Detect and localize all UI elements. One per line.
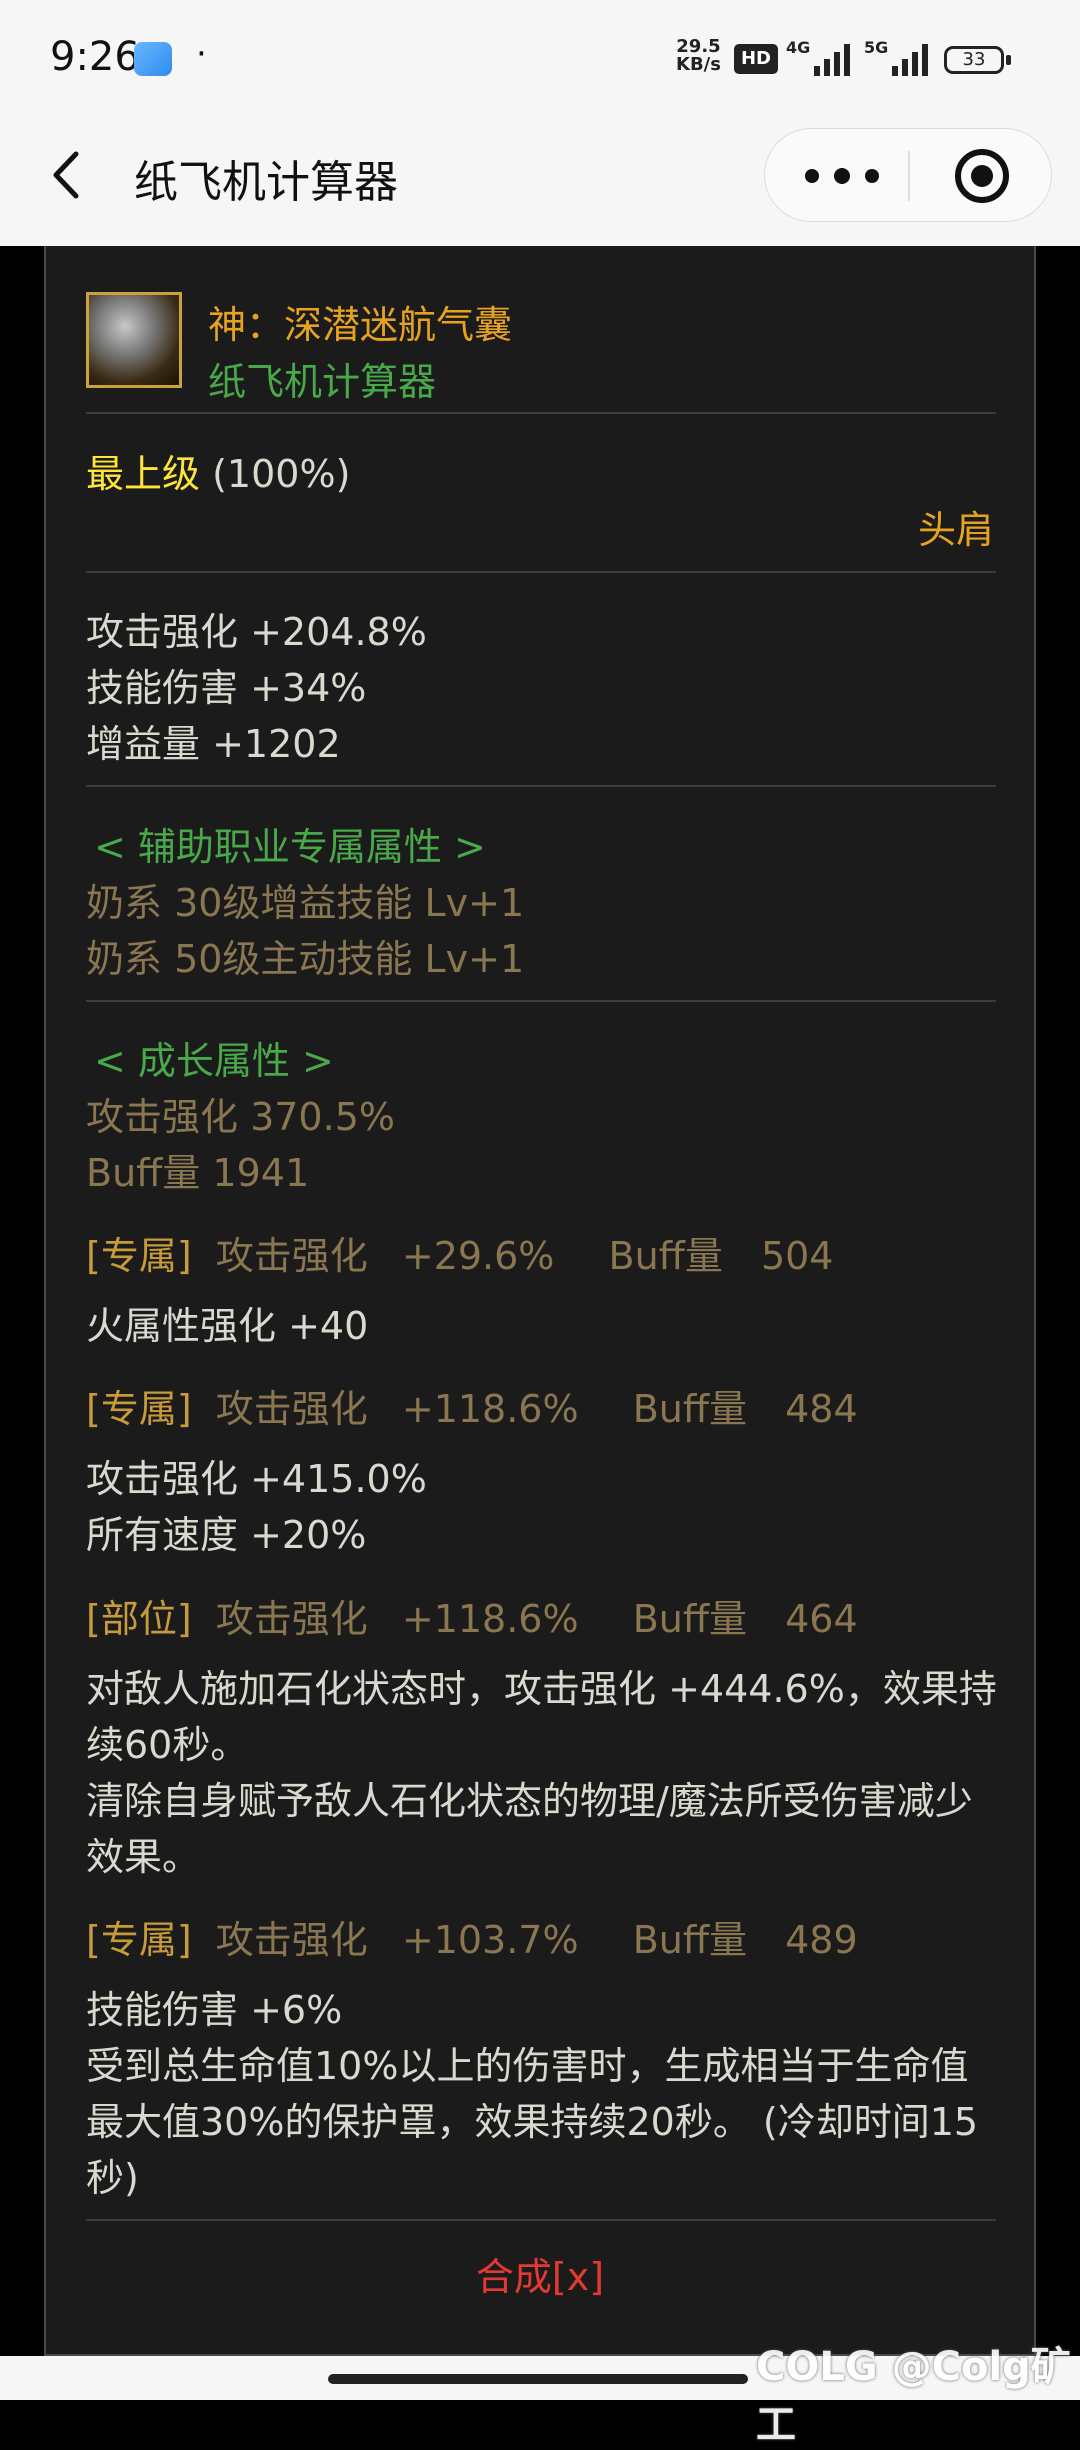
option-effect: 清除自身赋予敌人石化状态的物理/魔法所受伤害减少 [86, 1779, 973, 1823]
divider [86, 785, 996, 787]
growth-attribute: 攻击强化 370.5% [86, 1095, 395, 1139]
divider [86, 571, 996, 573]
option-buff-value: 464 [785, 1597, 858, 1641]
signal-5g-icon: 5G [864, 38, 934, 76]
base-stat: 增益量 +1202 [86, 722, 341, 766]
option-header: [专属] 攻击强化 +29.6% Buff量 504 [86, 1225, 833, 1280]
growth-attribute: Buff量 1941 [86, 1151, 310, 1195]
option-buff-value: 484 [785, 1387, 858, 1431]
option-tag: [专属] [86, 1918, 192, 1962]
option-buff-label: Buff量 [632, 1597, 748, 1641]
more-options-icon[interactable] [803, 129, 883, 223]
base-stat: 技能伤害 +34% [86, 666, 367, 710]
grade-percent: (100%) [212, 452, 351, 496]
option-tag: [部位] [86, 1597, 192, 1641]
option-effect: 受到总生命值10%以上的伤害时，生成相当于生命值 [86, 2044, 969, 2088]
support-attribute: 奶系 30级增益技能 Lv+1 [86, 881, 525, 925]
option-effect: 最大值30%的保护罩，效果持续20秒。 (冷却时间15 [86, 2100, 979, 2144]
option-header: [专属] 攻击强化 +118.6% Buff量 484 [86, 1378, 858, 1433]
option-atk-value: +118.6% [401, 1597, 579, 1641]
option-atk-label: 攻击强化 [215, 1234, 368, 1278]
capsule-divider [908, 151, 910, 201]
option-buff-value: 489 [785, 1918, 858, 1962]
option-buff-label: Buff量 [608, 1234, 723, 1278]
home-indicator[interactable] [328, 2374, 748, 2384]
option-atk-label: 攻击强化 [215, 1918, 368, 1962]
network-speed: 29.5 KB/s [676, 38, 721, 74]
item-name: 神：深潜迷航气囊 [208, 303, 513, 347]
hd-voice-icon: HD [734, 44, 778, 74]
option-buff-value: 504 [760, 1234, 834, 1278]
option-atk-label: 攻击强化 [215, 1597, 368, 1641]
network-speed-unit: KB/s [676, 54, 721, 75]
weather-app-icon [134, 42, 172, 76]
option-atk-value: +29.6% [401, 1234, 555, 1278]
support-attribute: 奶系 50级主动技能 Lv+1 [86, 937, 525, 981]
option-effect: 技能伤害 +6% [86, 1988, 343, 2032]
notification-dot-icon: · [196, 34, 207, 74]
growth-attributes-header: < 成长属性 > [94, 1039, 334, 1083]
option-buff-label: Buff量 [632, 1387, 748, 1431]
page-title: 纸飞机计算器 [134, 157, 398, 208]
item-icon [86, 292, 182, 388]
top-area: 9:26 · 29.5 KB/s HD 4G 5G 33 纸飞机计算器 [0, 0, 1080, 246]
option-effect: 秒) [86, 2156, 139, 2200]
divider [86, 2219, 996, 2221]
item-grade: 最上级 (100%) [86, 443, 350, 498]
option-tag: [专属] [86, 1234, 192, 1278]
option-effect: 续60秒。 [86, 1723, 249, 1767]
option-buff-label: Buff量 [632, 1918, 748, 1962]
option-atk-label: 攻击强化 [215, 1387, 368, 1431]
back-arrow-icon[interactable] [50, 150, 82, 200]
option-effect: 火属性强化 +40 [86, 1304, 369, 1348]
option-tag: [专属] [86, 1387, 192, 1431]
item-source: 纸飞机计算器 [208, 360, 437, 404]
status-time: 9:26 [50, 34, 140, 80]
battery-tip [1006, 55, 1011, 65]
close-mini-program-icon[interactable] [955, 149, 1009, 203]
option-atk-value: +118.6% [401, 1387, 579, 1431]
option-header: [部位] 攻击强化 +118.6% Buff量 464 [86, 1588, 858, 1643]
signal-4g-icon: 4G [786, 38, 856, 76]
base-stat: 攻击强化 +204.8% [86, 610, 427, 654]
support-attributes-header: < 辅助职业专属属性 > [94, 825, 486, 869]
option-effect: 所有速度 +20% [86, 1513, 367, 1557]
option-effect: 攻击强化 +415.0% [86, 1457, 427, 1501]
option-header: [专属] 攻击强化 +103.7% Buff量 489 [86, 1909, 858, 1964]
synthesize-link[interactable]: 合成[x] [44, 2246, 1036, 2301]
divider [86, 1000, 996, 1002]
option-effect: 效果。 [86, 1835, 201, 1879]
option-effect: 对敌人施加石化状态时，攻击强化 +444.6%，效果持 [86, 1667, 997, 1711]
battery-icon: 33 [944, 46, 1004, 74]
grade-label: 最上级 [86, 452, 201, 496]
watermark: COLG @Colg矿工 [756, 2344, 1071, 2448]
divider [86, 412, 996, 414]
mini-program-capsule [764, 128, 1052, 222]
status-bar: 9:26 · 29.5 KB/s HD 4G 5G 33 [0, 0, 1080, 120]
item-slot: 头肩 [917, 508, 994, 552]
option-atk-value: +103.7% [401, 1918, 579, 1962]
